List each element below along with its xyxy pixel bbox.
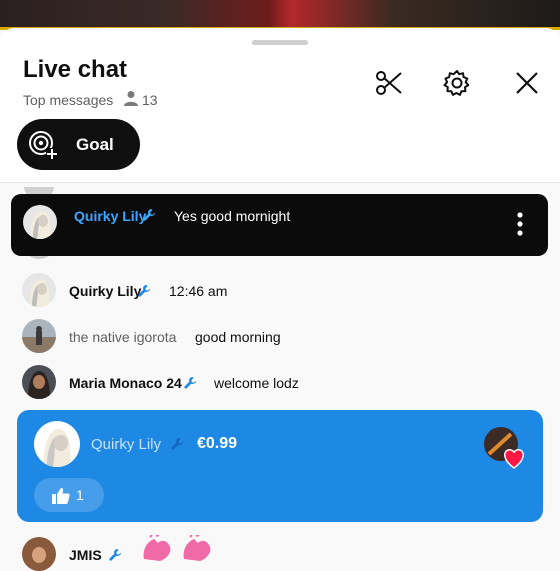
thumbs-up-icon (52, 488, 70, 504)
goal-add-icon (29, 131, 58, 160)
avatar (23, 205, 57, 239)
super-chat-like-count: 1 (76, 487, 84, 503)
wrench-icon (138, 285, 150, 297)
message-text: 12:46 am (169, 283, 228, 299)
person-icon (124, 91, 138, 106)
super-chat-amount: €0.99 (197, 435, 238, 452)
message-text: welcome lodz (214, 375, 299, 391)
gear-icon[interactable] (442, 68, 472, 98)
super-chat-author[interactable]: Quirky Lily (91, 436, 161, 453)
creator-heart-icon (484, 427, 524, 469)
goal-label: Goal (76, 135, 114, 154)
message-author[interactable]: Quirky Lily (69, 283, 141, 299)
wrench-icon (171, 438, 183, 450)
pinned-author[interactable]: Quirky Lily (74, 208, 146, 224)
avatar (22, 273, 56, 307)
pinned-message[interactable]: Quirky Lily Yes good mornight (11, 194, 548, 256)
close-icon[interactable] (512, 68, 542, 98)
avatar (22, 537, 56, 571)
drag-handle[interactable] (252, 40, 308, 45)
goal-button[interactable]: Goal (17, 119, 140, 170)
clapping-hands-emoji (143, 535, 211, 561)
more-vert-icon[interactable] (510, 211, 530, 237)
wrench-icon (143, 209, 155, 221)
avatar (22, 365, 56, 399)
avatar (22, 319, 56, 353)
pinned-text: Yes good mornight (174, 208, 291, 224)
viewer-count: 13 (142, 92, 158, 108)
message-author[interactable]: Maria Monaco 24 (69, 375, 182, 391)
wrench-icon (184, 377, 196, 389)
avatar (34, 421, 80, 467)
video-preview-strip (0, 0, 560, 30)
top-messages-selector[interactable]: Top messages (23, 92, 113, 108)
super-chat-like-button[interactable]: 1 (34, 478, 104, 512)
panel-title: Live chat (23, 56, 128, 83)
message-text: good morning (195, 329, 281, 345)
scissors-icon[interactable] (374, 68, 404, 98)
message-author[interactable]: JMIS (69, 547, 102, 563)
message-author[interactable]: the native igorota (69, 329, 176, 345)
